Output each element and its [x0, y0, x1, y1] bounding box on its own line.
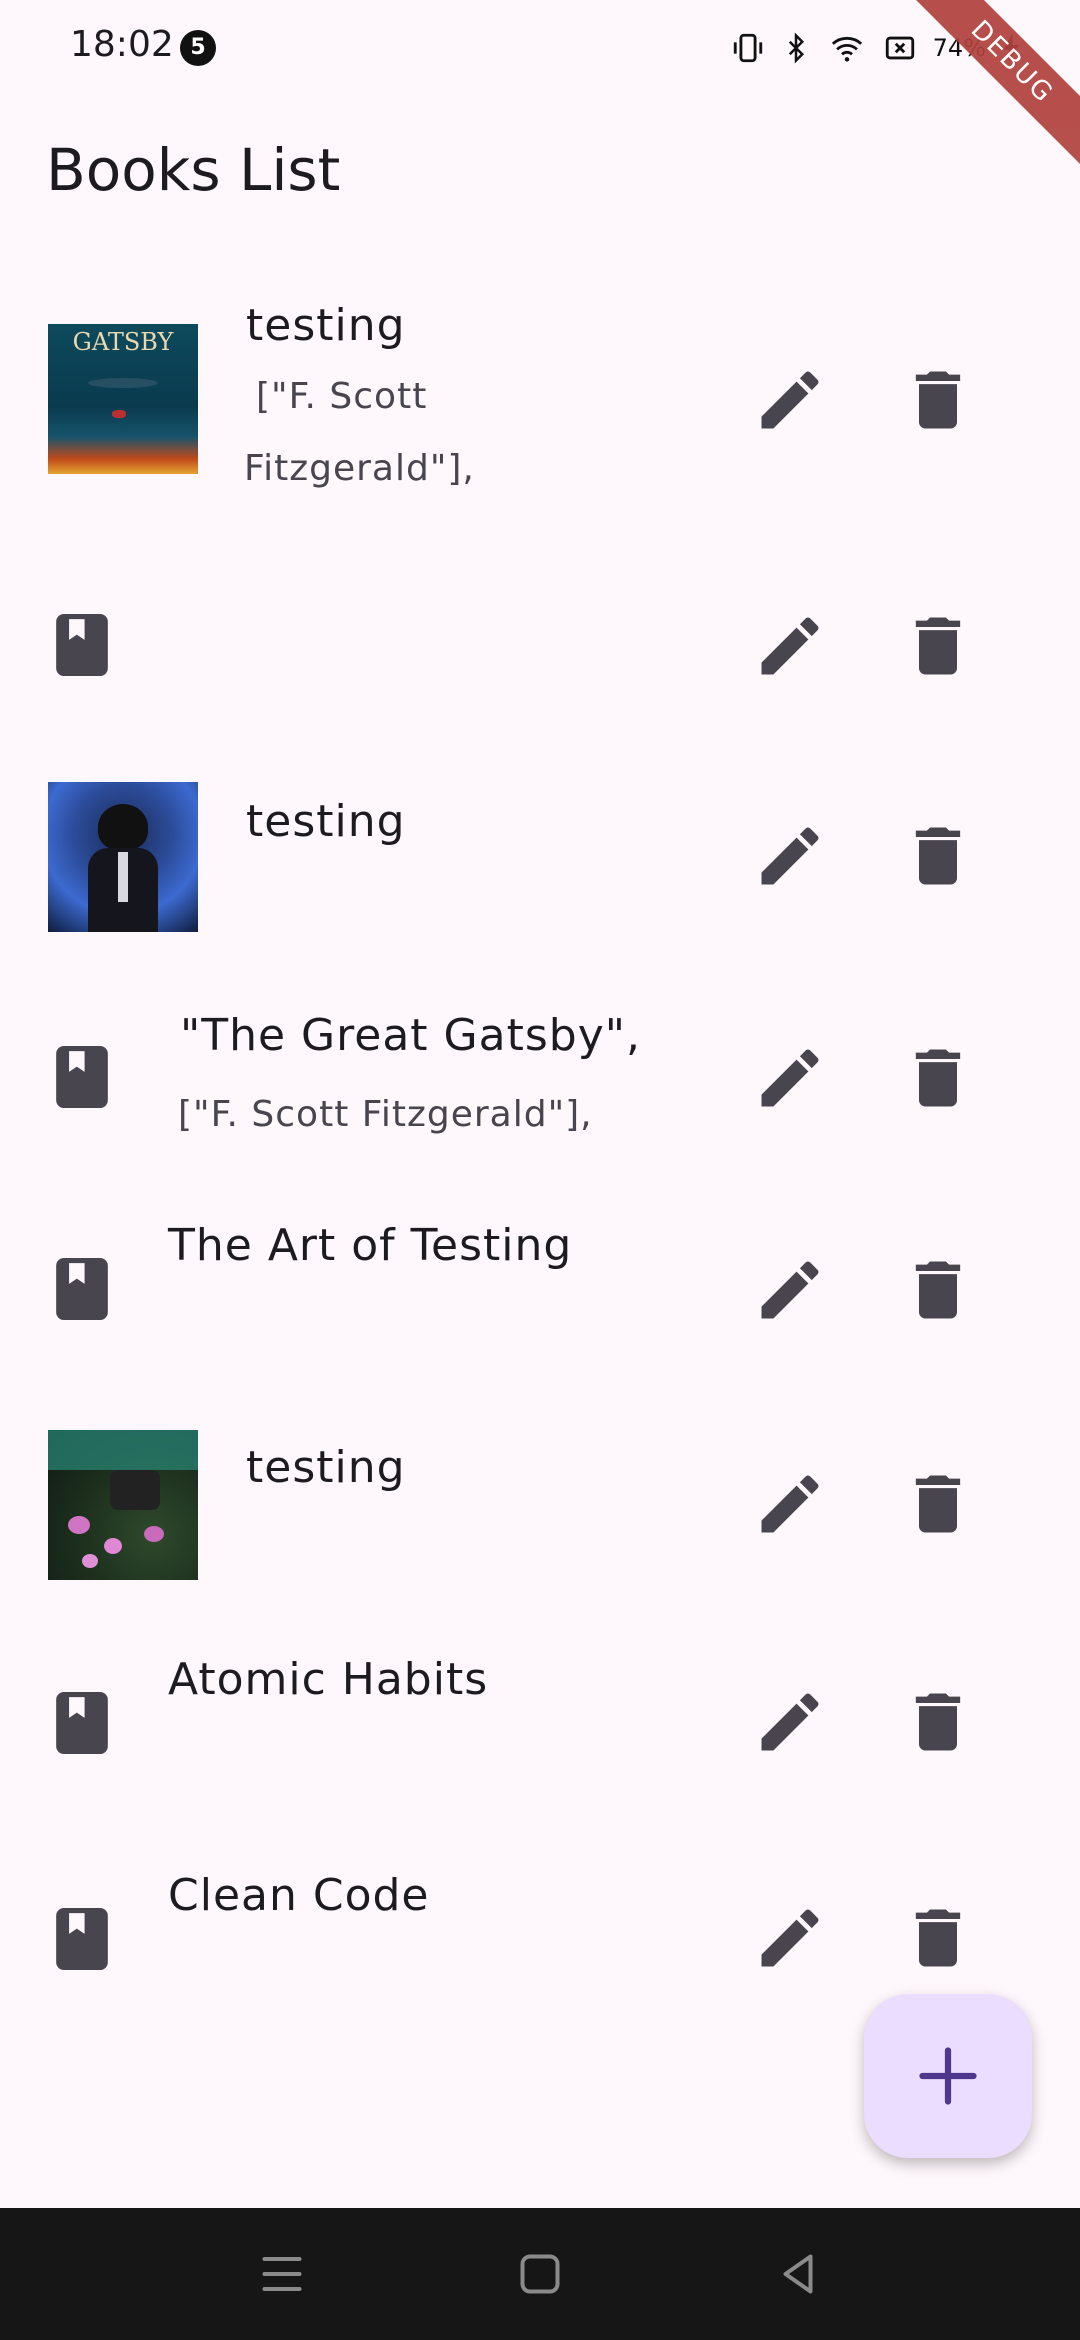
book-title: testing [246, 796, 406, 847]
anime-character-cover-image [48, 782, 198, 932]
edit-icon[interactable] [752, 1252, 828, 1328]
list-item[interactable]: GATSBY testing ["F. Scott Fitzgerald"], [0, 290, 1080, 510]
edit-icon[interactable] [752, 608, 828, 684]
list-item[interactable]: Atomic Habits [0, 1640, 1080, 1820]
add-book-button[interactable] [864, 1994, 1032, 2158]
book-title: testing [246, 1442, 406, 1493]
edit-icon[interactable] [752, 818, 828, 894]
edit-icon[interactable] [752, 1684, 828, 1760]
list-item[interactable] [0, 570, 1080, 720]
edit-icon[interactable] [752, 1466, 828, 1542]
book-icon [56, 1908, 108, 1970]
book-author: ["F. Scott Fitzgerald"], [178, 1094, 593, 1135]
list-item[interactable]: The Art of Testing [0, 1210, 1080, 1390]
page-title: Books List [46, 136, 341, 204]
status-time: 18:02 [70, 24, 174, 65]
book-title: Clean Code [168, 1870, 430, 1921]
no-sim-icon [885, 36, 914, 60]
add-icon [919, 2047, 977, 2105]
book-author: ["F. Scott [256, 376, 428, 417]
list-item[interactable]: testing [0, 770, 1080, 950]
edit-icon[interactable] [752, 362, 828, 438]
camera-flowers-cover-image [48, 1430, 198, 1580]
notification-count-badge: 5 [180, 30, 216, 66]
delete-icon[interactable] [900, 362, 976, 438]
book-title: The Art of Testing [168, 1220, 573, 1271]
cover-lettering: GATSBY [72, 328, 174, 356]
delete-icon[interactable] [900, 608, 976, 684]
list-item[interactable]: "The Great Gatsby", ["F. Scott Fitzgeral… [0, 1000, 1080, 1170]
delete-icon[interactable] [900, 1684, 976, 1760]
delete-icon[interactable] [900, 1252, 976, 1328]
delete-icon[interactable] [900, 818, 976, 894]
edit-icon[interactable] [752, 1900, 828, 1976]
home-icon[interactable] [510, 2244, 570, 2304]
recent-apps-icon[interactable] [252, 2244, 312, 2304]
wifi-icon [831, 36, 862, 62]
gatsby-cover-image: GATSBY [48, 324, 198, 474]
delete-icon[interactable] [900, 1466, 976, 1542]
list-item[interactable]: testing [0, 1420, 1080, 1600]
status-bar: 18:02 5 74% [0, 0, 1080, 96]
book-title: "The Great Gatsby", [180, 1010, 641, 1061]
system-navigation-bar [0, 2208, 1080, 2340]
vibrate-icon [733, 33, 762, 63]
back-icon[interactable] [768, 2244, 828, 2304]
book-icon [56, 1692, 108, 1754]
book-author-continued: Fitzgerald"], [244, 448, 475, 489]
delete-icon[interactable] [900, 1040, 976, 1116]
book-icon [56, 1258, 108, 1320]
book-icon [56, 1046, 108, 1108]
book-title: Atomic Habits [168, 1654, 489, 1705]
edit-icon[interactable] [752, 1040, 828, 1116]
delete-icon[interactable] [900, 1900, 976, 1976]
book-icon [56, 614, 108, 676]
bluetooth-icon [788, 32, 804, 64]
book-title: testing [246, 300, 406, 351]
